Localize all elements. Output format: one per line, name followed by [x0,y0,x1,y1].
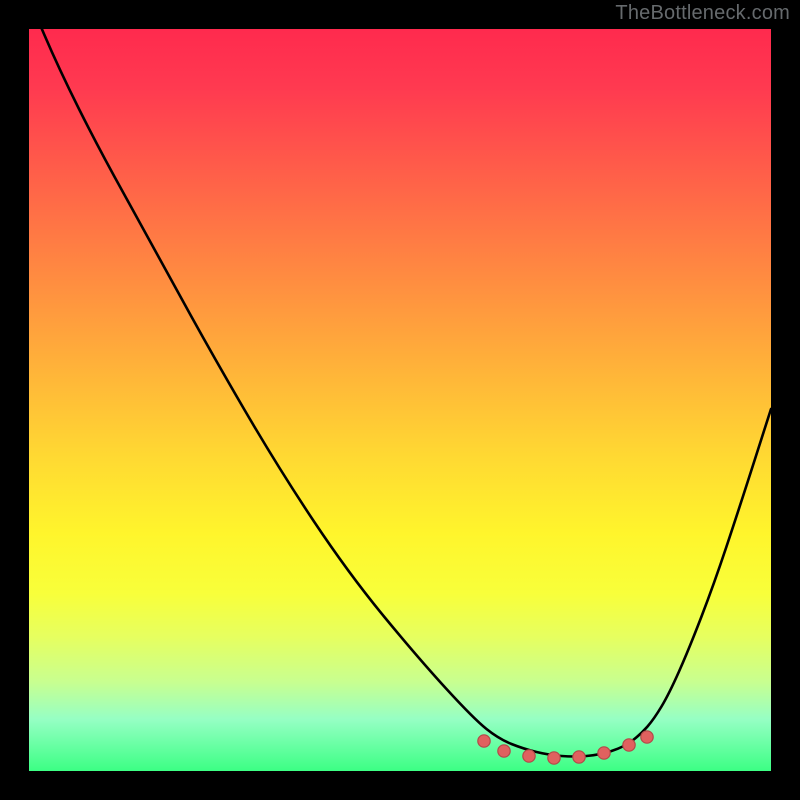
chart-svg [29,29,771,771]
flat-region-dots [478,731,653,764]
dot [641,731,653,743]
dot [548,752,560,764]
dot [478,735,490,747]
dot [498,745,510,757]
plot-area [29,29,771,771]
dot [523,750,535,762]
dot [573,751,585,763]
dot [623,739,635,751]
curve-line [29,29,771,757]
credit-text: TheBottleneck.com [615,2,790,25]
chart-frame: TheBottleneck.com [0,0,800,800]
dot [598,747,610,759]
